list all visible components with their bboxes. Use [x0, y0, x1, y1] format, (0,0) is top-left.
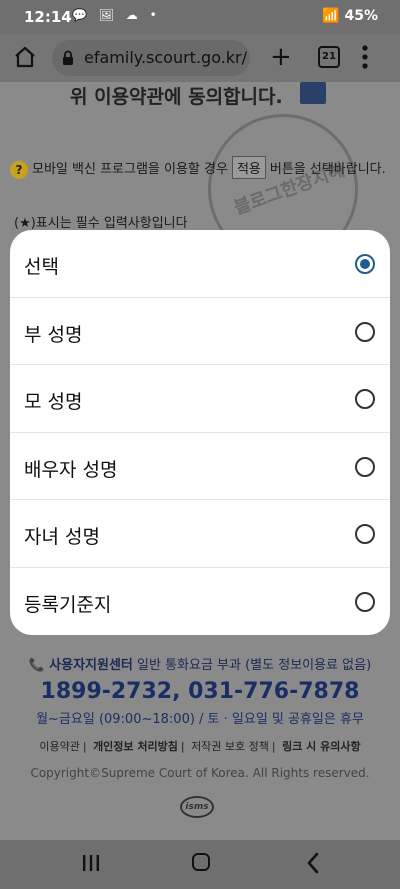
support-label: 사용자지원센터	[49, 658, 133, 673]
lock-icon	[63, 50, 73, 65]
nav-home-icon[interactable]	[192, 853, 210, 871]
support-note: 일반 통화요금 부과 (별도 정보이용료 없음)	[137, 658, 372, 673]
radio-icon[interactable]	[355, 591, 375, 612]
address-bar[interactable]: efamily.scourt.go.kr/	[52, 40, 250, 76]
footer-link-terms[interactable]: 이용약관	[39, 740, 79, 753]
status-bar: 12:14 💬 🖼 ☁ • 📶 45%	[0, 0, 400, 34]
radio-icon[interactable]	[355, 389, 375, 409]
option-label: 모 성명	[24, 391, 83, 413]
option-label: 선택	[24, 256, 59, 278]
option-label: 등록기준지	[24, 593, 112, 616]
wifi-icon: 📶	[322, 8, 340, 24]
support-line: 📞 사용자지원센터 일반 통화요금 부과 (별도 정보이용료 없음)	[0, 654, 400, 673]
terms-agree-checkbox[interactable]	[300, 82, 326, 104]
notice-text-post: 버튼을 선택바랍니다.	[269, 162, 386, 177]
new-tab-icon[interactable]: +	[270, 44, 292, 70]
support-phone[interactable]: 1899-2732, 031-776-7878	[0, 679, 400, 704]
notice-text-pre: 모바일 백신 프로그램을 이용할 경우	[32, 162, 228, 177]
option-label: 배우자 성명	[24, 458, 118, 481]
url-text: efamily.scourt.go.kr/	[84, 48, 248, 67]
footer-links: 이용약관 | 개인정보 처리방침 | 저작권 보호 정책 | 링크 시 유의사항	[39, 740, 361, 753]
battery-level: 📶 45%	[322, 8, 378, 24]
vaccine-notice: ? 모바일 백신 프로그램을 이용할 경우 적용 버튼을 선택바랍니다.	[10, 156, 386, 179]
notification-icons: 💬 🖼 ☁ •	[72, 8, 161, 22]
radio-selected-icon[interactable]	[355, 254, 375, 274]
browser-toolbar: efamily.scourt.go.kr/ + 21	[0, 34, 400, 82]
option-label: 자녀 성명	[24, 526, 100, 548]
option-father-name[interactable]: 부 성명	[10, 298, 390, 365]
recent-apps-icon[interactable]	[82, 854, 100, 872]
system-nav-bar	[0, 840, 400, 889]
copyright-text: Copyright©Supreme Court of Korea. All Ri…	[30, 766, 370, 780]
option-label: 부 성명	[24, 323, 83, 346]
terms-agree-text: 위 이용약관에 동의합니다.	[70, 86, 283, 108]
home-icon[interactable]	[14, 46, 36, 68]
footer-link-linking[interactable]: 링크 시 유의사항	[282, 740, 361, 753]
more-menu-icon[interactable]	[362, 44, 368, 70]
relation-select-dialog: 선택 부 성명 모 성명 배우자 성명 자녀 성명 등록기준지	[10, 230, 390, 635]
radio-icon[interactable]	[355, 321, 375, 342]
support-center: 📞 사용자지원센터 일반 통화요금 부과 (별도 정보이용료 없음) 1899-…	[0, 654, 400, 727]
question-icon: ?	[10, 160, 28, 179]
status-time: 12:14	[24, 8, 72, 26]
isms-logo: isms	[180, 796, 214, 818]
tab-switcher-button[interactable]: 21	[318, 46, 340, 68]
phone-icon: 📞	[28, 658, 46, 673]
option-mother-name[interactable]: 모 성명	[10, 365, 390, 433]
option-registration-base[interactable]: 등록기준지	[10, 568, 390, 636]
radio-icon[interactable]	[355, 524, 375, 544]
footer-link-copyright[interactable]: 저작권 보호 정책	[191, 740, 269, 753]
footer-link-privacy[interactable]: 개인정보 처리방침	[93, 740, 178, 753]
support-hours: 월~금요일 (09:00~18:00) / 토 · 일요일 및 공휴일은 휴무	[36, 712, 364, 727]
required-note: (★)표시는 필수 입력사항입니다	[14, 216, 188, 231]
radio-icon[interactable]	[355, 456, 375, 477]
back-icon[interactable]	[306, 852, 320, 874]
apply-button[interactable]: 적용	[231, 156, 266, 179]
battery-text: 45%	[344, 8, 378, 24]
option-child-name[interactable]: 자녀 성명	[10, 500, 390, 568]
option-select[interactable]: 선택	[10, 230, 390, 298]
option-spouse-name[interactable]: 배우자 성명	[10, 433, 390, 500]
